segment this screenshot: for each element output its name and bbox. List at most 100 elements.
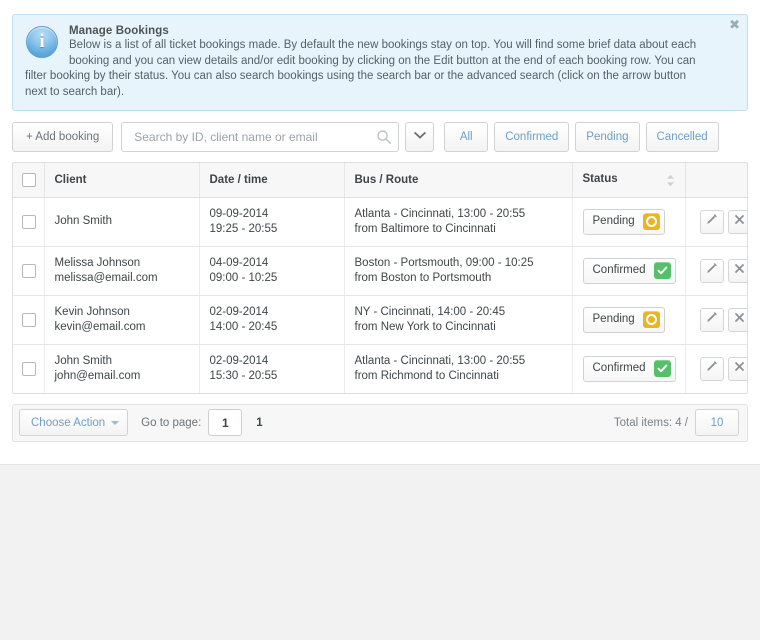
cell-bus-route: Boston - Portsmouth, 09:00 - 10:25 from B…: [344, 246, 573, 296]
route-detail: from New York to Cincinnati: [354, 320, 496, 333]
status-badge[interactable]: Confirmed: [582, 257, 676, 284]
status-pending-icon: [642, 311, 660, 328]
row-checkbox[interactable]: [22, 214, 36, 229]
column-date-time[interactable]: Date / time: [199, 163, 345, 198]
column-client[interactable]: Client: [44, 163, 200, 198]
cell-date-time: 02-09-2014 15:30 - 20:55: [199, 344, 345, 393]
cell-date-time: 02-09-2014 14:00 - 20:45: [199, 295, 345, 345]
column-status[interactable]: Status: [572, 163, 686, 198]
close-x-icon: [734, 312, 745, 328]
route-detail: from Boston to Portsmouth: [354, 271, 492, 284]
booking-date: 04-09-2014: [209, 256, 269, 269]
cell-bus-route: Atlanta - Cincinnati, 13:00 - 20:55 from …: [344, 344, 573, 393]
row-select-cell: [13, 344, 45, 393]
status-badge[interactable]: Confirmed: [582, 355, 676, 382]
cell-date-time: 09-09-2014 19:25 - 20:55: [199, 197, 345, 247]
advanced-search-toggle[interactable]: [405, 122, 435, 152]
row-select-cell: [13, 246, 45, 296]
per-page-select[interactable]: 10: [695, 409, 739, 436]
close-x-icon: [734, 361, 745, 377]
cell-bus-route: NY - Cincinnati, 14:00 - 20:45 from New Y…: [344, 295, 573, 345]
search-box[interactable]: [121, 122, 400, 152]
bookings-table: Client Date / time Bus / Route Status Jo…: [13, 163, 747, 393]
page-background-lower: [0, 464, 760, 640]
info-alert-body: Manage Bookings Below is a list of all t…: [25, 24, 719, 100]
client-email: john@email.com: [54, 369, 141, 382]
cell-status: Pending: [572, 197, 686, 247]
delete-booking-button[interactable]: [727, 356, 747, 381]
route-summary: Atlanta - Cincinnati, 13:00 - 20:55: [354, 354, 526, 367]
filter-pending-button[interactable]: Pending: [575, 122, 640, 152]
filter-cancelled-button[interactable]: Cancelled: [645, 122, 719, 152]
edit-booking-button[interactable]: [699, 209, 724, 234]
choose-action-dropdown[interactable]: Choose Action: [19, 409, 129, 436]
total-items-label: Total items: 4 /: [613, 416, 688, 429]
footer-right-group: Total items: 4 / 10: [614, 409, 739, 436]
row-checkbox[interactable]: [22, 361, 36, 376]
column-actions: [685, 163, 747, 198]
booking-time: 19:25 - 20:55: [209, 222, 278, 235]
total-pages-label: 1: [256, 416, 263, 429]
search-group: [121, 122, 435, 152]
status-label: Pending: [592, 313, 635, 325]
cell-status: Confirmed: [572, 344, 686, 393]
booking-date: 02-09-2014: [209, 305, 269, 318]
select-all-checkbox[interactable]: [22, 172, 36, 187]
cell-bus-route: Atlanta - Cincinnati, 13:00 - 20:55 from …: [344, 197, 573, 247]
close-x-icon: [734, 214, 745, 230]
pencil-icon: [705, 311, 718, 329]
booking-date: 09-09-2014: [209, 207, 269, 220]
pencil-icon: [705, 360, 718, 378]
status-label: Confirmed: [592, 264, 646, 276]
status-filter-group: All Confirmed Pending Cancelled: [444, 122, 719, 152]
search-icon[interactable]: [376, 129, 392, 145]
column-bus-route[interactable]: Bus / Route: [344, 163, 573, 198]
info-alert-line-1: Below is a list of all ticket bookings m…: [69, 39, 697, 51]
delete-booking-button[interactable]: [727, 258, 747, 283]
filter-all-button[interactable]: All: [444, 122, 489, 152]
status-badge[interactable]: Pending: [582, 208, 665, 235]
info-alert-line-3: filter booking by their status. You can …: [25, 70, 686, 82]
table-row: John Smith john@email.com 02-09-2014 15:30 …: [13, 344, 747, 393]
client-name: Melissa Johnson: [54, 256, 141, 269]
row-checkbox[interactable]: [22, 312, 36, 327]
add-booking-button[interactable]: + Add booking: [12, 122, 114, 152]
delete-booking-button[interactable]: [727, 307, 747, 332]
route-summary: NY - Cincinnati, 14:00 - 20:45: [354, 305, 506, 318]
client-name: John Smith: [54, 215, 113, 227]
status-pending-icon: [642, 213, 660, 230]
cell-actions: [685, 197, 747, 247]
info-alert-line-4: next to search bar).: [25, 85, 125, 98]
booking-time: 09:00 - 10:25: [209, 271, 278, 284]
caret-down-icon: [111, 420, 120, 425]
page-panel: ✖ Manage Bookings Below is a list of all…: [0, 0, 760, 464]
booking-date: 02-09-2014: [209, 354, 269, 367]
info-icon: [26, 26, 58, 58]
close-icon[interactable]: ✖: [729, 19, 740, 32]
column-status-label: Status: [582, 172, 618, 185]
edit-booking-button[interactable]: [699, 258, 724, 283]
route-summary: Boston - Portsmouth, 09:00 - 10:25: [354, 256, 534, 269]
filter-confirmed-button[interactable]: Confirmed: [494, 122, 570, 152]
cell-client: Melissa Johnson melissa@email.com: [44, 246, 200, 296]
table-body: John Smith 09-09-2014 19:25 - 20:55 Atlanta…: [13, 197, 747, 393]
sort-icon[interactable]: [666, 174, 675, 187]
status-confirmed-icon: [653, 262, 671, 279]
status-label: Confirmed: [592, 362, 646, 374]
row-select-cell: [13, 295, 45, 345]
close-x-icon: [734, 263, 745, 279]
page-number-input[interactable]: [208, 409, 243, 436]
edit-booking-button[interactable]: [699, 356, 724, 381]
info-alert-text: Below is a list of all ticket bookings m…: [25, 38, 719, 100]
route-summary: Atlanta - Cincinnati, 13:00 - 20:55: [354, 207, 526, 220]
cell-date-time: 04-09-2014 09:00 - 10:25: [199, 246, 345, 296]
client-email: kevin@email.com: [54, 320, 146, 333]
table-row: Kevin Johnson kevin@email.com 02-09-2014 14…: [13, 295, 747, 345]
delete-booking-button[interactable]: [727, 209, 747, 234]
search-input[interactable]: [132, 129, 377, 145]
status-badge[interactable]: Pending: [582, 306, 665, 333]
edit-booking-button[interactable]: [699, 307, 724, 332]
column-select-all: [13, 163, 45, 198]
booking-time: 14:00 - 20:45: [209, 320, 278, 333]
row-checkbox[interactable]: [22, 263, 36, 278]
